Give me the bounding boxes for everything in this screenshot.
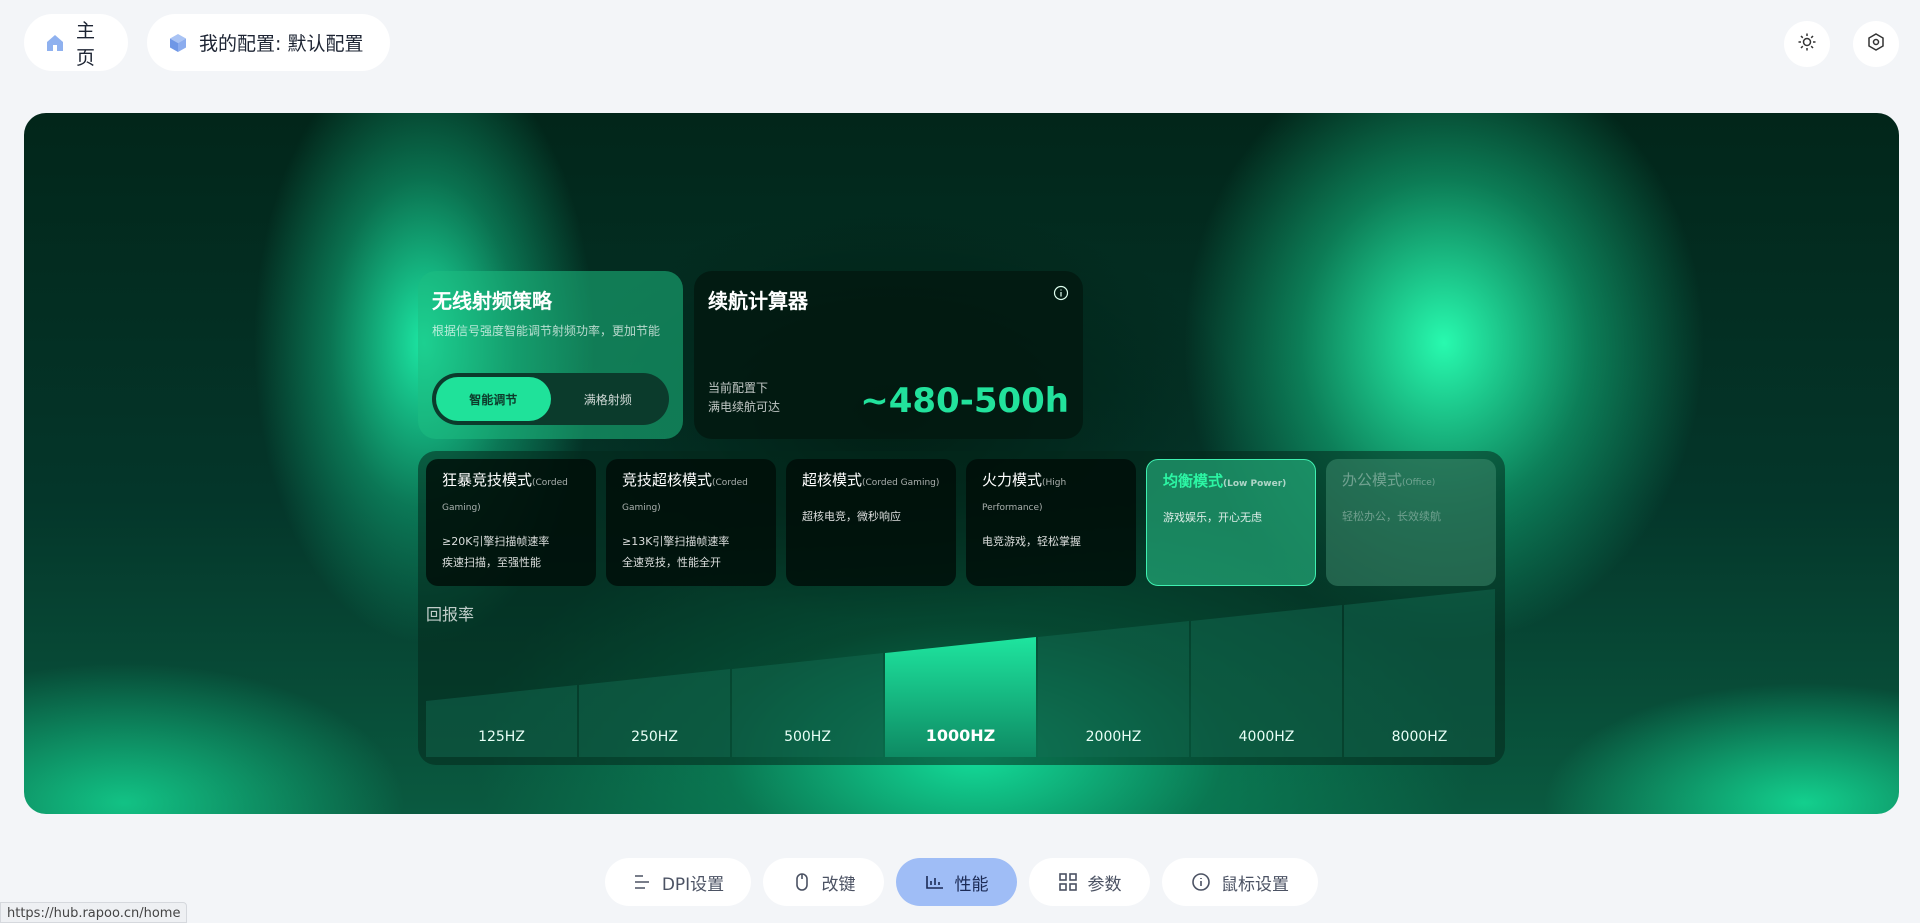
mode-card[interactable]: 竞技超核模式(Corded Gaming) ≥13K引擎扫描帧速率 全速竞技，性能… (606, 459, 776, 586)
nav-params[interactable]: 参数 (1029, 858, 1150, 906)
wireless-description: 根据信号强度智能调节射频功率，更加节能 (432, 324, 661, 338)
battery-note: 当前配置下 满电续航可达 (708, 381, 781, 414)
toggle-smart[interactable]: 智能调节 (436, 377, 551, 421)
mouse-icon (792, 872, 812, 892)
mode-card-disabled[interactable]: 办公模式(Office) 轻松办公，长效续航 (1326, 459, 1496, 586)
polling-rate-label: 1000HZ (925, 726, 996, 745)
toggle-full[interactable]: 满格射频 (551, 377, 666, 421)
profile-selector[interactable]: 我的配置: 默认配置 (147, 14, 390, 71)
hexagon-settings-icon (1866, 32, 1886, 56)
profile-label: 我的配置: 默认配置 (199, 33, 364, 55)
status-bar-url: https://hub.rapoo.cn/home (0, 902, 188, 923)
mode-card[interactable]: 超核模式(Corded Gaming) 超核电竞，微秒响应 (786, 459, 956, 586)
cube-icon (167, 32, 189, 54)
bottom-nav: DPI设置 改键 性能 参数 鼠标设置 (605, 858, 1318, 906)
polling-rate-option[interactable] (426, 685, 577, 757)
mode-card[interactable]: 火力模式(High Performance) 电竞游戏，轻松掌握 (966, 459, 1136, 586)
sun-icon (1797, 32, 1817, 56)
home-button[interactable]: 主页 (24, 14, 128, 71)
home-icon (44, 32, 66, 54)
wireless-toggle[interactable]: 智能调节 满格射频 (432, 373, 669, 425)
sliders-icon (632, 872, 652, 892)
polling-rate-label: 4000HZ (1238, 729, 1295, 745)
battery-title: 续航计算器 (708, 289, 808, 313)
modes-panel: 狂暴竞技模式(Corded Gaming) ≥20K引擎扫描帧速率 疾速扫描，至强… (418, 451, 1505, 765)
polling-rate-label: 250HZ (631, 729, 678, 745)
polling-rate-label: 2000HZ (1085, 729, 1142, 745)
mode-list: 狂暴竞技模式(Corded Gaming) ≥20K引擎扫描帧速率 疾速扫描，至强… (426, 459, 1496, 586)
grid-icon (1058, 872, 1078, 892)
info-icon (1191, 872, 1211, 892)
nav-remap[interactable]: 改键 (763, 858, 884, 906)
mode-card-selected[interactable]: 均衡模式(Low Power) 游戏娱乐，开心无虑 (1146, 459, 1316, 586)
nav-performance[interactable]: 性能 (896, 858, 1017, 906)
nav-mouse-settings[interactable]: 鼠标设置 (1162, 858, 1318, 906)
battery-value: ~480-500h (860, 381, 1069, 421)
polling-rate-label: 500HZ (784, 729, 831, 745)
battery-calculator-card: 续航计算器 当前配置下 满电续航可达 ~480-500h (694, 271, 1083, 439)
info-icon[interactable] (1053, 285, 1069, 301)
polling-rate-label: 125HZ (478, 729, 525, 745)
settings-button[interactable] (1853, 21, 1899, 67)
polling-rate-label: 8000HZ (1391, 729, 1448, 745)
nav-dpi[interactable]: DPI设置 (605, 858, 751, 906)
polling-rate-selector: 125HZ 250HZ 500HZ 1000HZ 2000HZ 4000HZ 8000HZ (426, 589, 1497, 757)
mode-card[interactable]: 狂暴竞技模式(Corded Gaming) ≥20K引擎扫描帧速率 疾速扫描，至强… (426, 459, 596, 586)
performance-icon (925, 872, 945, 892)
wireless-strategy-card: 无线射频策略 根据信号强度智能调节射频功率，更加节能 智能调节 满格射频 (418, 271, 683, 439)
home-label: 主页 (76, 19, 96, 69)
performance-panel: 无线射频策略 根据信号强度智能调节射频功率，更加节能 智能调节 满格射频 续航计… (24, 113, 1899, 814)
wireless-title: 无线射频策略 (432, 289, 552, 313)
theme-toggle-button[interactable] (1784, 21, 1830, 67)
